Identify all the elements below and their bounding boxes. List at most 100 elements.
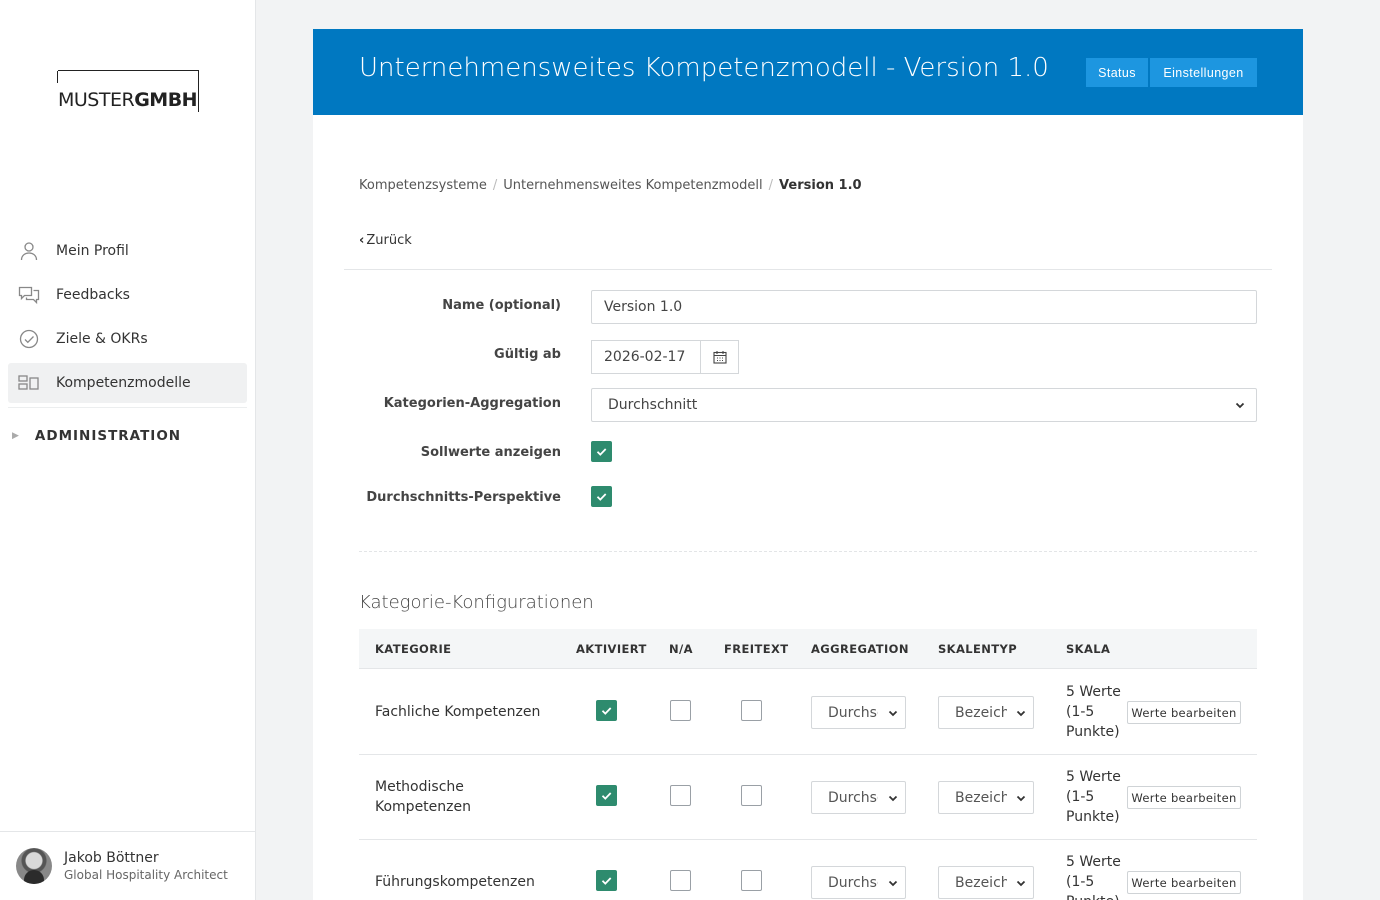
chevron-down-icon <box>1016 710 1026 717</box>
checkmark-icon <box>596 448 607 456</box>
aggregation-select[interactable]: Durchschnitt <box>811 781 906 814</box>
page-header: Unternehmensweites Kompetenzmodell - Ver… <box>313 29 1303 115</box>
sidebar-item-mein-profil[interactable]: Mein Profil <box>8 231 247 271</box>
section-title: Kategorie-Konfigurationen <box>359 592 594 613</box>
scale-line: Punkte) <box>1066 809 1120 825</box>
edit-values-button[interactable]: Werte bearbeiten <box>1127 701 1241 724</box>
admin-label: ADMINISTRATION <box>34 428 182 444</box>
breadcrumb-item[interactable]: Kompetenzsysteme <box>359 178 487 193</box>
sidebar-item-administration[interactable]: ▶ ADMINISTRATION <box>12 428 181 444</box>
checkmark-icon <box>601 792 612 800</box>
name-input[interactable]: Version 1.0 <box>591 290 1257 324</box>
table-row: Fachliche Kompetenzen Durchschnitt Bezei… <box>359 670 1257 755</box>
breadcrumb-separator: / <box>768 178 774 193</box>
chat-bubbles-icon <box>18 284 40 306</box>
status-button[interactable]: Status <box>1086 58 1148 87</box>
logo-part2: GMBH <box>134 89 198 111</box>
activated-checkbox[interactable] <box>596 870 617 891</box>
user-role: Global Hospitality Architect <box>64 868 228 882</box>
settings-button[interactable]: Einstellungen <box>1150 58 1257 87</box>
activated-checkbox[interactable] <box>596 700 617 721</box>
nav-divider <box>8 407 247 408</box>
scale-info: 5 Werte (1-5 Punkte) <box>1066 682 1126 742</box>
scale-type-select[interactable]: Bezeichnung <box>938 866 1034 899</box>
col-aggregation: AGGREGATION <box>811 642 909 656</box>
chevron-down-icon <box>888 880 898 887</box>
scale-info: 5 Werte (1-5 Punkte) <box>1066 852 1126 900</box>
col-kategorie: KATEGORIE <box>375 642 452 656</box>
breadcrumb-separator: / <box>492 178 498 193</box>
category-name: Fachliche Kompetenzen <box>375 704 541 720</box>
calendar-button[interactable] <box>701 340 739 374</box>
aggregation-select[interactable]: Durchschnitt <box>591 388 1257 422</box>
logo-part1: MUSTER <box>58 89 135 111</box>
na-checkbox[interactable] <box>670 870 691 891</box>
chevron-down-icon <box>888 795 898 802</box>
triangle-right-icon: ▶ <box>12 431 20 441</box>
avg-perspective-checkbox[interactable] <box>591 486 612 507</box>
back-label: Zurück <box>366 233 412 248</box>
page-title: Unternehmensweites Kompetenzmodell - Ver… <box>359 53 1049 83</box>
edit-values-button[interactable]: Werte bearbeiten <box>1127 871 1241 894</box>
scale-line: 5 Werte <box>1066 854 1121 870</box>
scale-type-select[interactable]: Bezeichnung <box>938 696 1034 729</box>
activated-checkbox[interactable] <box>596 785 617 806</box>
valid-from-input[interactable]: 2026-02-17 <box>591 340 701 374</box>
breadcrumb-current: Version 1.0 <box>779 178 862 193</box>
aggregation-select[interactable]: Durchschnitt <box>811 866 906 899</box>
aggregation-value: Durchschnitt <box>828 874 878 891</box>
aggregation-label: Kategorien-Aggregation <box>383 396 561 411</box>
targets-checkbox[interactable] <box>591 441 612 462</box>
scale-line: 5 Werte <box>1066 769 1121 785</box>
company-logo[interactable]: MUSTERGMBH <box>57 70 199 113</box>
scale-line: (1-5 <box>1066 874 1095 890</box>
na-checkbox[interactable] <box>670 785 691 806</box>
sidebar-nav: Mein Profil Feedbacks Ziele & OKRs Kompe… <box>8 231 247 407</box>
freetext-checkbox[interactable] <box>741 700 762 721</box>
aggregation-select[interactable]: Durchschnitt <box>811 696 906 729</box>
sidebar: MUSTERGMBH Mein Profil Feedbacks Ziele &… <box>0 0 256 900</box>
avatar <box>16 848 52 884</box>
col-freitext: FREITEXT <box>724 642 789 656</box>
checkmark-icon <box>596 493 607 501</box>
table-header: KATEGORIE AKTIVIERT N/A FREITEXT AGGREGA… <box>359 629 1257 669</box>
calendar-icon <box>712 351 727 364</box>
valid-from-group: 2026-02-17 <box>591 340 739 374</box>
aggregation-value: Durchschnitt <box>828 789 878 806</box>
scale-line: (1-5 <box>1066 789 1095 805</box>
freetext-checkbox[interactable] <box>741 785 762 806</box>
sidebar-item-feedbacks[interactable]: Feedbacks <box>8 275 247 315</box>
scale-type-value: Bezeichnung <box>955 704 1007 721</box>
sidebar-item-ziele-okrs[interactable]: Ziele & OKRs <box>8 319 247 359</box>
valid-from-label: Gültig ab <box>494 347 561 362</box>
back-link[interactable]: ‹ Zurück <box>359 233 412 248</box>
chevron-down-icon <box>1016 795 1026 802</box>
sidebar-item-label: Feedbacks <box>56 287 130 303</box>
na-checkbox[interactable] <box>670 700 691 721</box>
scale-type-value: Bezeichnung <box>955 874 1007 891</box>
competency-model-icon <box>18 372 40 394</box>
aggregation-value: Durchschnitt <box>608 397 698 413</box>
scale-line: Punkte) <box>1066 892 1126 900</box>
aggregation-value: Durchschnitt <box>828 704 878 721</box>
chevron-left-icon: ‹ <box>359 233 365 248</box>
col-skalentyp: SKALENTYP <box>938 642 1018 656</box>
freetext-checkbox[interactable] <box>741 870 762 891</box>
logo-text: MUSTERGMBH <box>58 87 198 113</box>
col-skala: SKALA <box>1066 642 1111 656</box>
scale-line: Punkte) <box>1066 724 1120 740</box>
checkmark-icon <box>601 877 612 885</box>
table-row: Methodische Kompetenzen Durchschnitt Bez… <box>359 755 1257 840</box>
check-circle-icon <box>18 328 40 350</box>
edit-values-button[interactable]: Werte bearbeiten <box>1127 786 1241 809</box>
avg-perspective-label: Durchschnitts-Perspektive <box>366 490 561 505</box>
col-na: N/A <box>669 642 693 656</box>
content-card: Kompetenzsysteme / Unternehmensweites Komp… <box>313 115 1303 900</box>
breadcrumb-item[interactable]: Unternehmensweites Kompetenzmodell <box>503 178 762 193</box>
user-profile[interactable]: Jakob Böttner Global Hospitality Archite… <box>0 831 255 900</box>
checkmark-icon <box>601 707 612 715</box>
chevron-down-icon <box>1016 880 1026 887</box>
sidebar-item-kompetenzmodelle[interactable]: Kompetenzmodelle <box>8 363 247 403</box>
sidebar-item-label: Ziele & OKRs <box>56 331 148 347</box>
scale-type-select[interactable]: Bezeichnung <box>938 781 1034 814</box>
